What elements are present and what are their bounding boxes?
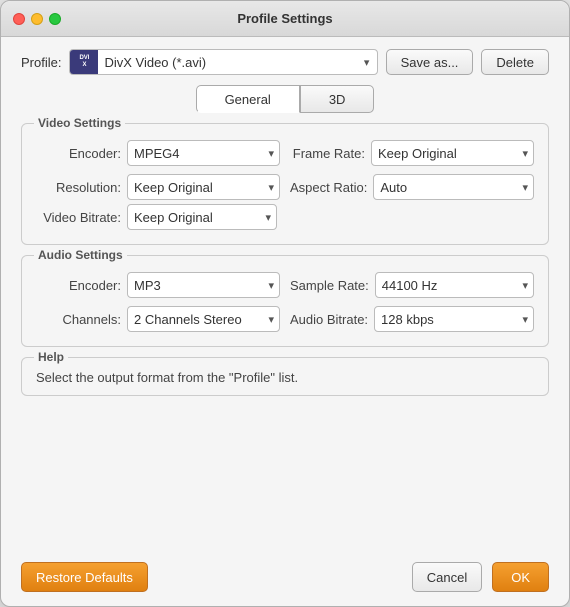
ok-button[interactable]: OK	[492, 562, 549, 592]
encoder-select-container[interactable]: MPEG4	[127, 140, 280, 166]
tab-general[interactable]: General	[196, 85, 300, 113]
channels-select[interactable]: 2 Channels Stereo	[127, 306, 280, 332]
traffic-lights	[13, 13, 61, 25]
audio-bitrate-label: Audio Bitrate:	[290, 312, 368, 327]
sample-rate-field: Sample Rate: 44100 Hz	[290, 272, 534, 298]
framerate-label: Frame Rate:	[290, 146, 365, 161]
help-text: Select the output format from the "Profi…	[36, 370, 534, 385]
framerate-select[interactable]: Keep Original	[371, 140, 534, 166]
audio-settings-title: Audio Settings	[34, 248, 127, 262]
audio-bitrate-field: Audio Bitrate: 128 kbps	[290, 306, 534, 332]
audio-encoder-label: Encoder:	[36, 278, 121, 293]
framerate-select-container[interactable]: Keep Original	[371, 140, 534, 166]
aspect-ratio-field: Aspect Ratio: Auto	[290, 174, 534, 200]
framerate-field: Frame Rate: Keep Original	[290, 140, 534, 166]
save-as-button[interactable]: Save as...	[386, 49, 474, 75]
content-area: Profile: DVIX DivX Video (*.avi) ▾ Save …	[1, 37, 569, 552]
channels-label: Channels:	[36, 312, 121, 327]
video-bitrate-label: Video Bitrate:	[36, 210, 121, 225]
aspect-ratio-select-container[interactable]: Auto	[373, 174, 534, 200]
close-button[interactable]	[13, 13, 25, 25]
bottom-right-buttons: Cancel OK	[412, 562, 549, 592]
audio-settings-section: Audio Settings Encoder: MP3 Sample Rate:	[21, 255, 549, 347]
encoder-label: Encoder:	[36, 146, 121, 161]
tab-row: General 3D	[21, 85, 549, 113]
help-section: Help Select the output format from the "…	[21, 357, 549, 396]
minimize-button[interactable]	[31, 13, 43, 25]
audio-encoder-select-container[interactable]: MP3	[127, 272, 280, 298]
video-settings-grid: Encoder: MPEG4 Frame Rate: Keep Original	[36, 140, 534, 200]
title-bar: Profile Settings	[1, 1, 569, 37]
audio-bitrate-select-container[interactable]: 128 kbps	[374, 306, 534, 332]
profile-label: Profile:	[21, 55, 61, 70]
profile-chevron-icon: ▾	[357, 56, 377, 69]
aspect-ratio-select[interactable]: Auto	[373, 174, 534, 200]
resolution-select-container[interactable]: Keep Original	[127, 174, 280, 200]
encoder-select[interactable]: MPEG4	[127, 140, 280, 166]
sample-rate-select[interactable]: 44100 Hz	[375, 272, 534, 298]
resolution-field: Resolution: Keep Original	[36, 174, 280, 200]
bottom-bar: Restore Defaults Cancel OK	[1, 552, 569, 606]
profile-select-value: DivX Video (*.avi)	[98, 55, 356, 70]
window-title: Profile Settings	[237, 11, 332, 26]
channels-select-container[interactable]: 2 Channels Stereo	[127, 306, 280, 332]
profile-icon-text: DVIX	[79, 55, 89, 68]
aspect-ratio-label: Aspect Ratio:	[290, 180, 367, 195]
sample-rate-label: Sample Rate:	[290, 278, 369, 293]
restore-defaults-button[interactable]: Restore Defaults	[21, 562, 148, 592]
audio-bitrate-select[interactable]: 128 kbps	[374, 306, 534, 332]
video-bitrate-select-container[interactable]: Keep Original	[127, 204, 277, 230]
video-settings-section: Video Settings Encoder: MPEG4 Frame Rate…	[21, 123, 549, 245]
profile-select-container[interactable]: DVIX DivX Video (*.avi) ▾	[69, 49, 377, 75]
video-bitrate-select[interactable]: Keep Original	[127, 204, 277, 230]
cancel-button[interactable]: Cancel	[412, 562, 482, 592]
channels-field: Channels: 2 Channels Stereo	[36, 306, 280, 332]
audio-settings-grid: Encoder: MP3 Sample Rate: 44100 Hz	[36, 272, 534, 332]
video-bitrate-field: Video Bitrate: Keep Original	[36, 204, 534, 230]
audio-encoder-field: Encoder: MP3	[36, 272, 280, 298]
video-settings-title: Video Settings	[34, 116, 125, 130]
resolution-select[interactable]: Keep Original	[127, 174, 280, 200]
profile-icon: DVIX	[70, 50, 98, 74]
sample-rate-select-container[interactable]: 44100 Hz	[375, 272, 534, 298]
resolution-label: Resolution:	[36, 180, 121, 195]
tab-3d[interactable]: 3D	[300, 85, 375, 113]
encoder-field: Encoder: MPEG4	[36, 140, 280, 166]
profile-row: Profile: DVIX DivX Video (*.avi) ▾ Save …	[21, 49, 549, 75]
help-title: Help	[34, 350, 68, 364]
audio-encoder-select[interactable]: MP3	[127, 272, 280, 298]
maximize-button[interactable]	[49, 13, 61, 25]
delete-button[interactable]: Delete	[481, 49, 549, 75]
main-window: Profile Settings Profile: DVIX DivX Vide…	[0, 0, 570, 607]
